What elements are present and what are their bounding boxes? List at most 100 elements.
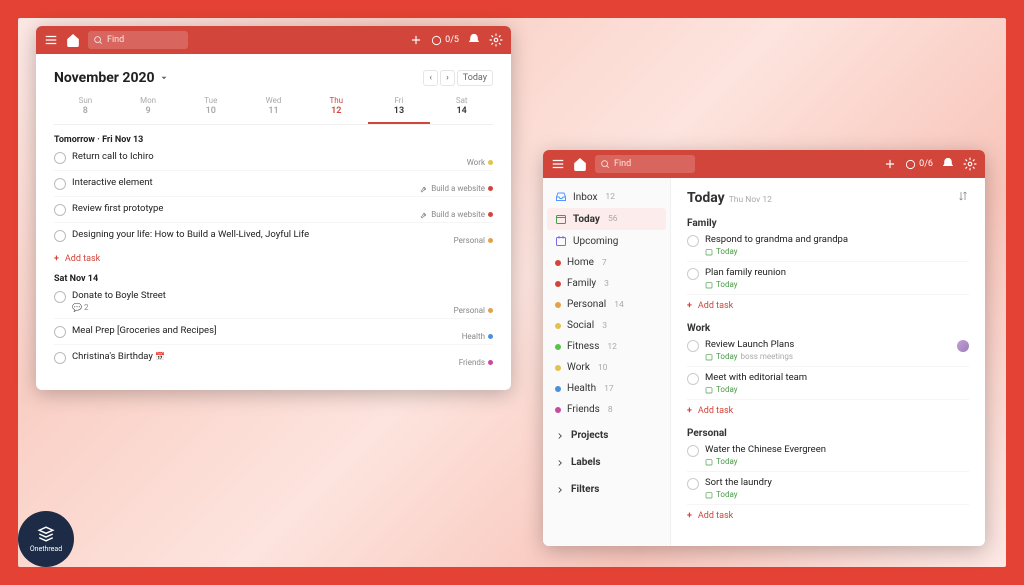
sidebar-item-label: Family (567, 278, 596, 289)
sidebar-item-label: Fitness (567, 341, 599, 352)
sidebar-project-health[interactable]: Health 17 (547, 378, 666, 399)
sidebar-project-personal[interactable]: Personal 14 (547, 294, 666, 315)
progress-badge[interactable]: 0/5 (431, 35, 459, 46)
project-color-dot (555, 281, 561, 287)
cal-day[interactable]: Sat14 (430, 96, 493, 124)
progress-badge[interactable]: 0/6 (905, 159, 933, 170)
search-input[interactable]: Find (595, 155, 695, 173)
sidebar-item-label: Work (567, 362, 590, 373)
task-row[interactable]: Designing your life: How to Build a Well… (54, 223, 493, 248)
group-header: Family (687, 218, 969, 229)
task-title: Review Launch Plans (705, 339, 969, 350)
month-selector[interactable]: November 2020 (54, 70, 169, 86)
topbar: Find 0/5 (36, 26, 511, 54)
task-checkbox[interactable] (54, 352, 66, 364)
project-color-dot (555, 260, 561, 266)
add-task-button[interactable]: +Add task (54, 254, 493, 264)
sidebar: Inbox 12 Today 56 Upcoming Home 7 Family… (543, 178, 671, 546)
add-task-button[interactable]: +Add task (687, 406, 969, 416)
task-row[interactable]: Meet with editorial team Today (687, 367, 969, 400)
sidebar-project-social[interactable]: Social 3 (547, 315, 666, 336)
sidebar-project-fitness[interactable]: Fitness 12 (547, 336, 666, 357)
task-row[interactable]: Interactive element Build a website (54, 171, 493, 197)
sidebar-section-labels[interactable]: Labels (547, 451, 666, 474)
task-checkbox[interactable] (687, 268, 699, 280)
task-title: Plan family reunion (705, 267, 969, 278)
today-main: TodayThu Nov 12 Family Respond to grandm… (671, 178, 985, 546)
plus-icon[interactable] (409, 33, 423, 47)
task-title: Designing your life: How to Build a Well… (72, 229, 493, 240)
task-date: Today (705, 247, 969, 256)
cal-day[interactable]: Wed11 (242, 96, 305, 124)
task-title: Respond to grandma and grandpa (705, 234, 969, 245)
sidebar-project-home[interactable]: Home 7 (547, 252, 666, 273)
menu-icon[interactable] (44, 33, 58, 47)
sidebar-item-today[interactable]: Today 56 (547, 208, 666, 230)
cal-day[interactable]: Mon9 (117, 96, 180, 124)
task-title: Donate to Boyle Street (72, 290, 493, 301)
task-comment-count: 💬 2 (72, 303, 493, 312)
task-project-tag: Personal (454, 306, 493, 315)
home-icon[interactable] (66, 33, 80, 47)
sort-icon[interactable] (957, 190, 969, 205)
bell-icon[interactable] (941, 157, 955, 171)
task-row[interactable]: Review first prototype Build a website (54, 197, 493, 223)
task-project-tag: Friends (459, 358, 493, 367)
gear-icon[interactable] (963, 157, 977, 171)
today-button[interactable]: Today (457, 70, 493, 86)
task-checkbox[interactable] (687, 373, 699, 385)
nav-next[interactable]: › (440, 70, 455, 86)
cal-day[interactable]: Fri13 (368, 96, 431, 124)
sidebar-section-projects[interactable]: Projects (547, 424, 666, 447)
task-checkbox[interactable] (54, 230, 66, 242)
sidebar-item-inbox[interactable]: Inbox 12 (547, 186, 666, 208)
sidebar-project-friends[interactable]: Friends 8 (547, 399, 666, 420)
task-checkbox[interactable] (54, 178, 66, 190)
nav-prev[interactable]: ‹ (423, 70, 438, 86)
search-placeholder: Find (107, 35, 124, 45)
window-upcoming: Find 0/5 November 2020 ‹ › Today Sun8 Mo… (36, 26, 511, 390)
task-checkbox[interactable] (54, 204, 66, 216)
task-title: Water the Chinese Evergreen (705, 444, 969, 455)
cal-day[interactable]: Tue10 (179, 96, 242, 124)
project-color-dot (555, 365, 561, 371)
task-checkbox[interactable] (687, 340, 699, 352)
project-color-dot (555, 386, 561, 392)
task-row[interactable]: Christina's Birthday 📅 Friends (54, 345, 493, 370)
task-row[interactable]: Sort the laundry Today (687, 472, 969, 505)
sidebar-project-work[interactable]: Work 10 (547, 357, 666, 378)
task-row[interactable]: Water the Chinese Evergreen Today (687, 439, 969, 472)
home-icon[interactable] (573, 157, 587, 171)
sidebar-item-count: 56 (608, 214, 618, 224)
add-task-button[interactable]: +Add task (687, 511, 969, 521)
task-checkbox[interactable] (54, 152, 66, 164)
sidebar-item-count: 7 (602, 258, 607, 268)
task-checkbox[interactable] (687, 478, 699, 490)
sidebar-item-count: 12 (607, 342, 617, 352)
task-checkbox[interactable] (687, 445, 699, 457)
menu-icon[interactable] (551, 157, 565, 171)
task-row[interactable]: Review Launch Plans Today boss meetings (687, 334, 969, 367)
add-task-button[interactable]: +Add task (687, 301, 969, 311)
sidebar-item-upcoming[interactable]: Upcoming (547, 230, 666, 252)
task-row[interactable]: Meal Prep [Groceries and Recipes] Health (54, 319, 493, 345)
task-checkbox[interactable] (54, 291, 66, 303)
group-header: Personal (687, 428, 969, 439)
task-row[interactable]: Return call to Ichiro Work (54, 145, 493, 171)
page-title: Today (687, 190, 725, 206)
gear-icon[interactable] (489, 33, 503, 47)
task-project-tag: Personal (454, 236, 493, 245)
plus-icon[interactable] (883, 157, 897, 171)
section-header: Sat Nov 14 (54, 274, 493, 284)
task-checkbox[interactable] (687, 235, 699, 247)
cal-day[interactable]: Thu12 (305, 96, 368, 124)
task-row[interactable]: Donate to Boyle Street 💬 2 Personal (54, 284, 493, 319)
task-row[interactable]: Respond to grandma and grandpa Today (687, 229, 969, 262)
task-row[interactable]: Plan family reunion Today (687, 262, 969, 295)
cal-day[interactable]: Sun8 (54, 96, 117, 124)
task-checkbox[interactable] (54, 326, 66, 338)
bell-icon[interactable] (467, 33, 481, 47)
search-input[interactable]: Find (88, 31, 188, 49)
sidebar-section-filters[interactable]: Filters (547, 478, 666, 501)
sidebar-project-family[interactable]: Family 3 (547, 273, 666, 294)
